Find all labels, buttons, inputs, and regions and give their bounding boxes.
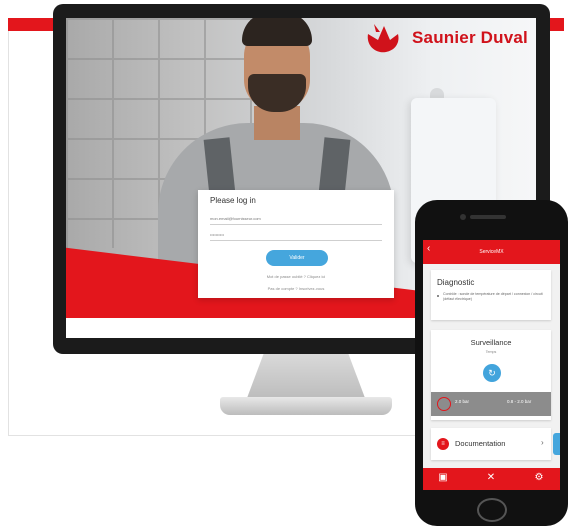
app-title: ServiceMX: [479, 249, 504, 255]
pressure-range: 0.8 - 2.0 bar: [507, 399, 532, 404]
login-submit-button[interactable]: Valider: [266, 250, 328, 266]
technician-hair: [242, 18, 312, 46]
chevron-right-icon[interactable]: ›: [541, 438, 544, 447]
diagnostic-text: Contrôle : sonde de température de dépar…: [443, 292, 543, 301]
dashboard-icon[interactable]: ▣: [433, 472, 453, 483]
tools-icon[interactable]: ✕: [481, 472, 501, 483]
surveillance-card: Surveillance Temps ↻ 2.0 bar 0.8 - 2.0 b…: [431, 330, 551, 420]
surveillance-subtitle: Temps: [485, 350, 497, 354]
pressure-band: 2.0 bar 0.8 - 2.0 bar: [431, 392, 551, 416]
gauge-icon: [437, 397, 451, 411]
phone-camera: [460, 214, 466, 220]
forgot-password-link[interactable]: Mot de passe oublié ? Cliquez ici: [198, 274, 394, 279]
login-card: Please log in mon.email@fournisseur.com …: [198, 190, 394, 298]
documentation-label: Documentation: [455, 439, 506, 448]
phone-screen: ‹ ServiceMX Diagnostic Contrôle : sonde …: [423, 240, 560, 490]
phone-home-button[interactable]: [477, 498, 507, 522]
monitor-stand-base: [220, 397, 392, 415]
refresh-icon[interactable]: ↻: [483, 364, 501, 382]
email-field[interactable]: mon.email@fournisseur.com: [210, 214, 382, 225]
side-tab-handle[interactable]: [553, 433, 560, 455]
pressure-value: 2.0 bar: [455, 399, 470, 404]
brand-logo-text: Saunier Duval: [412, 28, 528, 47]
phone-earpiece: [470, 215, 506, 219]
bottom-nav: ▣ ✕ ⚙: [423, 468, 560, 490]
saunier-duval-logo-icon: [367, 24, 399, 53]
signup-link[interactable]: Pas de compte ? Inscrivez-vous: [198, 286, 394, 291]
app-header: ‹ ServiceMX: [423, 240, 560, 264]
documentation-card[interactable]: ≡ Documentation: [431, 428, 551, 460]
password-field[interactable]: ••••••••••: [210, 230, 382, 241]
diagnostic-title: Diagnostic: [437, 278, 475, 287]
diagnostic-card[interactable]: Diagnostic Contrôle : sonde de températu…: [431, 270, 551, 320]
surveillance-title: Surveillance: [470, 338, 512, 347]
settings-icon[interactable]: ⚙: [529, 472, 549, 483]
document-icon: ≡: [437, 438, 449, 450]
bullet-icon: [437, 295, 439, 297]
monitor-stand-neck: [247, 354, 365, 398]
login-title: Please log in: [210, 196, 256, 205]
